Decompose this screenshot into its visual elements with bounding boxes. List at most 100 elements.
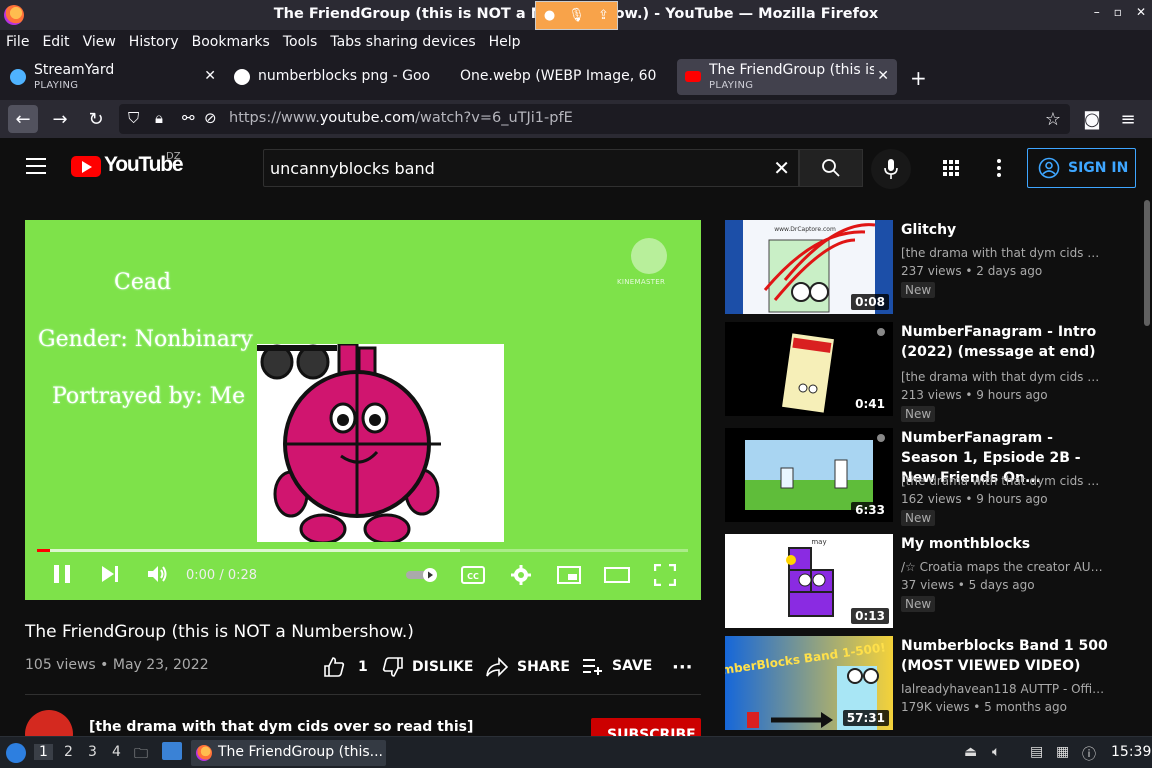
reload-button[interactable]: ↻ <box>81 105 111 133</box>
new-badge: New <box>901 510 936 526</box>
menu-tabs-sharing[interactable]: Tabs sharing devices <box>330 34 475 50</box>
search-input[interactable]: uncannyblocks band ✕ <box>263 149 799 187</box>
menu-bar: File Edit View History Bookmarks Tools T… <box>0 30 1152 54</box>
screen-share-icon[interactable]: ⇪ <box>590 2 617 29</box>
tab-webp-image[interactable]: One.webp (WEBP Image, 60 <box>450 59 664 95</box>
menu-edit[interactable]: Edit <box>42 34 69 50</box>
recommendation-item[interactable]: may 0:13 My monthblocks /☆ Croatia maps … <box>725 534 1135 628</box>
back-button[interactable]: ← <box>8 105 38 133</box>
duration-badge: 57:31 <box>842 710 889 726</box>
rec-channel[interactable]: [the drama with that dym cids over so re… <box>901 474 1106 488</box>
recommendation-item[interactable]: NumberBlocks Band 1-500! 57:31 Numberblo… <box>725 636 1135 730</box>
menu-view[interactable]: View <box>83 34 116 50</box>
workspace-1[interactable]: 1 <box>34 744 53 760</box>
volume-tray-icon[interactable]: 🔈︎ <box>992 744 1000 760</box>
recommendation-item[interactable]: 0:41 NumberFanagram - Intro (2022) (mess… <box>725 322 1135 422</box>
menu-tools[interactable]: Tools <box>283 34 318 50</box>
voice-search-button[interactable] <box>871 149 911 189</box>
maximize-button[interactable]: ▫ <box>1114 5 1122 19</box>
sign-in-button[interactable]: SIGN IN <box>1027 148 1136 188</box>
menu-bookmarks[interactable]: Bookmarks <box>192 34 270 50</box>
workspace-2[interactable]: 2 <box>64 744 73 760</box>
video-thumbnail[interactable]: NumberBlocks Band 1-500! 57:31 <box>725 636 893 730</box>
channel-name[interactable]: [the drama with that dym cids over so re… <box>89 719 473 735</box>
reader-view-icon[interactable]: ◙ <box>1077 105 1107 133</box>
lock-icon[interactable]: 🔒︎ <box>155 109 163 127</box>
share-button[interactable]: SHARE <box>485 657 570 677</box>
captions-icon[interactable]: CC <box>461 565 485 585</box>
youtube-logo-icon[interactable] <box>71 156 101 177</box>
rec-meta: 162 views • 9 hours ago <box>901 492 1048 506</box>
notification-icon[interactable]: ⓘ <box>1082 744 1096 764</box>
rec-title[interactable]: NumberFanagram - Intro (2022) (message a… <box>901 322 1111 362</box>
miniplayer-icon[interactable] <box>557 565 581 585</box>
recommendation-item[interactable]: www.DrCaptore.com 0:08 Glitchy [the dram… <box>725 220 1135 314</box>
fullscreen-icon[interactable] <box>654 564 676 586</box>
clear-search-icon[interactable]: ✕ <box>773 156 790 180</box>
search-query[interactable]: uncannyblocks band <box>270 159 435 178</box>
rec-channel[interactable]: Ialreadyhavean118 AUTTP - Official <box>901 682 1106 696</box>
duration-badge: 0:13 <box>851 608 889 624</box>
next-video-icon[interactable] <box>100 565 120 583</box>
volume-icon[interactable] <box>146 564 168 584</box>
save-button[interactable]: SAVE <box>582 657 652 675</box>
video-thumbnail[interactable]: www.DrCaptore.com 0:08 <box>725 220 893 314</box>
url-text[interactable]: https://www.youtube.com/watch?v=6_uTJi1-… <box>229 110 573 126</box>
shield-icon[interactable]: ⛉ <box>128 109 139 127</box>
close-tab-icon[interactable]: ✕ <box>877 68 889 84</box>
clipboard-icon[interactable]: ▤ <box>1030 744 1043 760</box>
video-player[interactable]: Cead Gender: Nonbinary Portrayed by: Me … <box>25 220 701 600</box>
theater-mode-icon[interactable] <box>604 566 630 584</box>
settings-more-icon[interactable] <box>989 156 1009 180</box>
address-bar[interactable]: ⛉ 🔒︎ ⚯ ⊘ https://www.youtube.com/watch?v… <box>119 104 1070 134</box>
dislike-button[interactable]: DISLIKE <box>382 657 473 677</box>
progress-played[interactable] <box>37 549 51 552</box>
menu-history[interactable]: History <box>129 34 179 50</box>
rec-channel[interactable]: [the drama with that dym cids over so re… <box>901 370 1106 384</box>
minimize-button[interactable]: – <box>1094 5 1100 19</box>
new-tab-button[interactable]: + <box>910 66 927 90</box>
menu-file[interactable]: File <box>6 34 29 50</box>
rec-channel[interactable]: /☆ Croatia maps the creator AUTTP <box>901 560 1106 574</box>
taskbar-firefox-window[interactable]: The FriendGroup (this... <box>191 740 386 766</box>
network-icon[interactable]: ▦ <box>1056 744 1069 760</box>
autoplay-toggle[interactable] <box>404 567 440 583</box>
close-tab-icon[interactable]: ✕ <box>204 68 216 84</box>
pause-icon[interactable] <box>52 563 72 585</box>
rec-channel[interactable]: [the drama with that dym cids over so re… <box>901 246 1106 260</box>
menu-help[interactable]: Help <box>489 34 521 50</box>
page-scrollbar[interactable] <box>1144 200 1150 326</box>
start-menu-icon[interactable] <box>6 743 26 763</box>
recommendation-item[interactable]: 6:33 NumberFanagram - Season 1, Epsiode … <box>725 428 1135 526</box>
tray-upload-icon[interactable]: ⏏ <box>964 744 977 760</box>
apps-grid-icon[interactable] <box>939 156 963 180</box>
tab-youtube-active[interactable]: The FriendGroup (this is PLAYING ✕ <box>677 59 897 95</box>
firefox-share-icon[interactable]: ● <box>536 2 563 29</box>
video-thumbnail[interactable]: 0:41 <box>725 322 893 416</box>
guide-menu-icon[interactable] <box>26 158 46 174</box>
more-actions-icon[interactable]: ··· <box>672 657 693 678</box>
workspace-3[interactable]: 3 <box>88 744 97 760</box>
search-button[interactable] <box>799 149 863 187</box>
rec-title[interactable]: Glitchy <box>901 220 1111 240</box>
microphone-share-icon[interactable]: 🎙 <box>563 2 590 29</box>
tab-streamyard[interactable]: StreamYard PLAYING ✕ <box>2 59 224 95</box>
autoplay-blocked-icon[interactable]: ⊘ <box>204 109 217 127</box>
bookmark-star-icon[interactable]: ☆ <box>1038 105 1068 133</box>
tab-google-search[interactable]: numberblocks png - Goo <box>226 59 448 95</box>
rec-title[interactable]: Numberblocks Band 1 500 (MOST VIEWED VID… <box>901 636 1111 676</box>
video-thumbnail[interactable]: 6:33 <box>725 428 893 522</box>
permissions-icon[interactable]: ⚯ <box>182 109 195 127</box>
settings-gear-icon[interactable] <box>510 564 532 586</box>
forward-button[interactable]: → <box>45 105 75 133</box>
sharing-indicator[interactable]: ● 🎙 ⇪ <box>535 1 618 30</box>
screen: The FriendGroup (this is NOT a Numbersho… <box>0 0 1152 768</box>
file-manager-icon[interactable]: 🗀 <box>134 743 148 767</box>
video-thumbnail[interactable]: may 0:13 <box>725 534 893 628</box>
desktop-icon[interactable] <box>162 742 182 760</box>
app-menu-icon[interactable]: ≡ <box>1113 105 1143 133</box>
like-button[interactable]: 1 <box>323 657 368 677</box>
workspace-4[interactable]: 4 <box>112 744 121 760</box>
close-window-button[interactable]: ✕ <box>1136 5 1146 19</box>
rec-title[interactable]: My monthblocks <box>901 534 1111 554</box>
